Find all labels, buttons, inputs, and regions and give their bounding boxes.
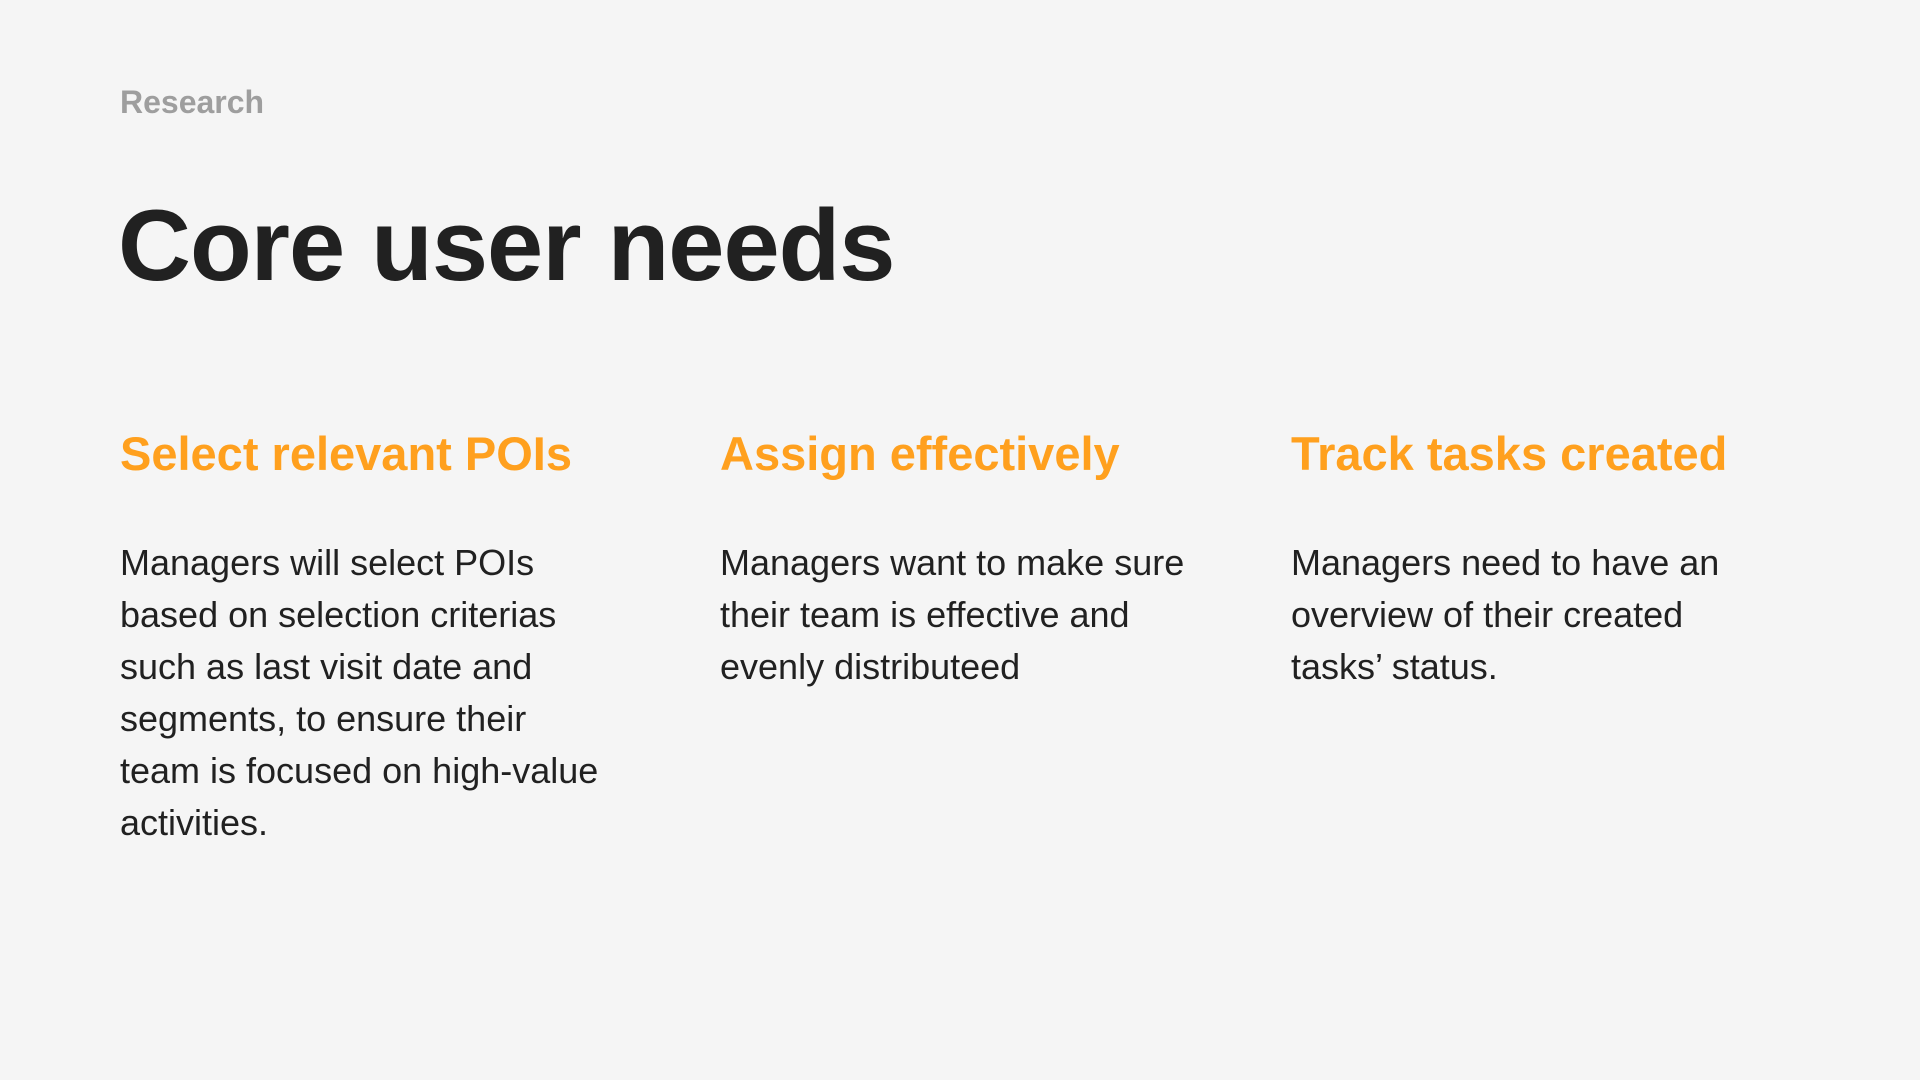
- section-label: Research: [120, 84, 265, 120]
- need-description: Managers need to have an overview of the…: [1291, 542, 1720, 687]
- page-title: Core user needs: [118, 190, 895, 302]
- need-column-track: Track tasks created Managers need to hav…: [1291, 430, 1811, 693]
- need-description: Managers want to make sure their team is…: [720, 542, 1185, 687]
- need-title: Select relevant POIs: [120, 427, 572, 480]
- need-title: Track tasks created: [1291, 427, 1728, 480]
- need-title: Assign effectively: [720, 427, 1120, 480]
- need-description: Managers will select POIs based on selec…: [120, 542, 599, 843]
- need-column-assign: Assign effectively Managers want to make…: [720, 430, 1220, 693]
- need-column-select-pois: Select relevant POIs Managers will selec…: [120, 430, 620, 849]
